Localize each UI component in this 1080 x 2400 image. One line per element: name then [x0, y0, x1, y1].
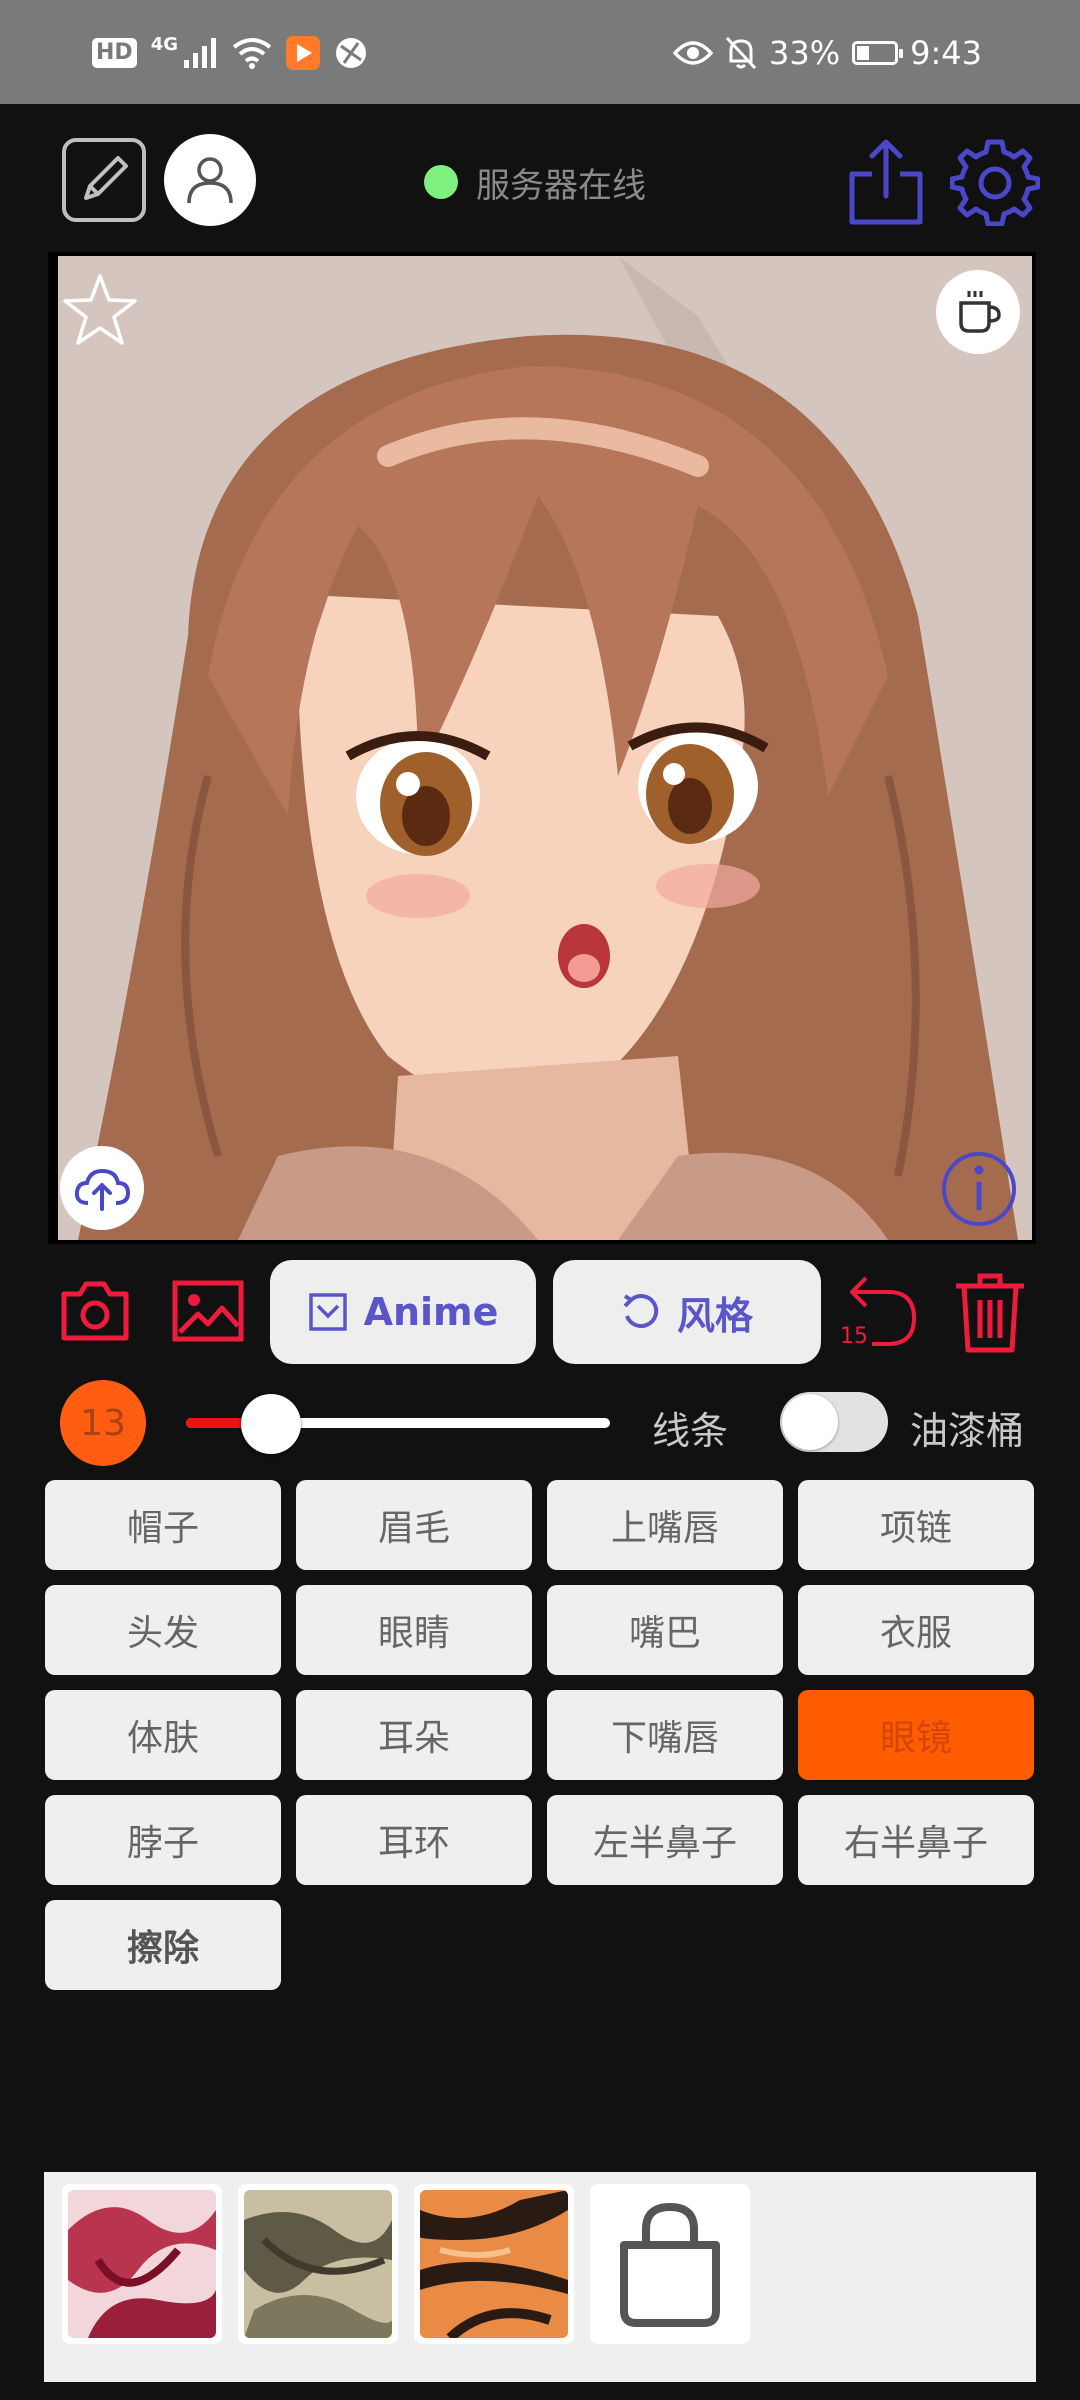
status-bar-left: HD 4G: [92, 30, 368, 76]
share-icon[interactable]: [846, 136, 926, 226]
status-bar-right: 33% 9:43: [673, 30, 982, 76]
signal-icon: [184, 38, 216, 68]
battery-icon: [852, 41, 904, 65]
style-button-label: 风格: [676, 1293, 753, 1338]
anime-button-label: Anime: [363, 1290, 499, 1334]
checkbox-icon: [308, 1293, 347, 1331]
network-type: 4G: [150, 33, 178, 55]
bell-off-icon: [725, 36, 757, 70]
wifi-icon: [232, 38, 272, 69]
part-button[interactable]: 项链: [798, 1480, 1034, 1570]
clock: 9:43: [910, 34, 982, 72]
cloud-upload-icon: [74, 1168, 130, 1211]
sketch-mode-button[interactable]: [62, 138, 146, 222]
brush-size-indicator: 13: [60, 1380, 146, 1466]
part-button[interactable]: 嘴巴: [547, 1585, 783, 1675]
part-button-selected[interactable]: 眼镜: [798, 1690, 1034, 1780]
part-button[interactable]: 耳环: [296, 1795, 532, 1885]
sketch-mode-icon: [84, 156, 128, 200]
texture-thumbnail-camo[interactable]: [238, 2184, 398, 2344]
paint-bucket-label: 油漆桶: [910, 1409, 1025, 1453]
anime-generate-button[interactable]: Anime: [270, 1260, 536, 1364]
texture-thumbnail-red[interactable]: [62, 2184, 222, 2344]
texture-camo-swatch: [244, 2190, 392, 2338]
coffee-cup-icon: [959, 291, 1001, 333]
rotate-icon: [623, 1294, 659, 1329]
part-button[interactable]: 耳朵: [296, 1690, 532, 1780]
upload-button[interactable]: [60, 1146, 144, 1230]
part-button[interactable]: 眼睛: [296, 1585, 532, 1675]
part-button[interactable]: 脖子: [45, 1795, 281, 1885]
texture-red-swatch: [68, 2190, 216, 2338]
info-icon[interactable]: [940, 1150, 1018, 1228]
brush-size-slider-handle[interactable]: [241, 1394, 301, 1454]
server-status-text: 服务器在线: [476, 165, 646, 206]
drawing-canvas[interactable]: [48, 252, 1036, 1244]
part-button[interactable]: 头发: [45, 1585, 281, 1675]
part-button[interactable]: 体肤: [45, 1690, 281, 1780]
star-icon[interactable]: [62, 272, 138, 348]
texture-store-button[interactable]: [590, 2184, 750, 2344]
coffee-button[interactable]: [936, 270, 1020, 354]
style-button[interactable]: 风格: [553, 1260, 821, 1364]
generated-anime-portrait: [58, 256, 1032, 1240]
shopping-bag-icon: [620, 2202, 720, 2327]
video-app-icon: [286, 36, 320, 70]
erase-button[interactable]: 擦除: [45, 1900, 281, 1990]
camera-icon[interactable]: [60, 1280, 130, 1342]
part-button[interactable]: 左半鼻子: [547, 1795, 783, 1885]
trash-icon[interactable]: [952, 1272, 1028, 1354]
eye-icon: [673, 41, 714, 65]
browser-app-icon: [336, 38, 366, 68]
server-status: 服务器在线: [424, 160, 646, 206]
server-status-dot: [424, 165, 458, 199]
part-button[interactable]: 眉毛: [296, 1480, 532, 1570]
part-button[interactable]: 上嘴唇: [547, 1480, 783, 1570]
gallery-icon[interactable]: [172, 1280, 244, 1342]
battery-level: [857, 46, 870, 60]
battery-percent: 33%: [769, 34, 841, 72]
user-icon: [187, 157, 233, 204]
settings-icon[interactable]: [950, 136, 1040, 226]
hd-badge: HD: [92, 38, 137, 68]
texture-thumbnail-tiger[interactable]: [414, 2184, 574, 2344]
user-profile-button[interactable]: [164, 134, 256, 226]
part-button[interactable]: 下嘴唇: [547, 1690, 783, 1780]
undo-count: 15: [840, 1324, 868, 1349]
texture-tiger-swatch: [420, 2190, 568, 2338]
part-button[interactable]: 衣服: [798, 1585, 1034, 1675]
part-button[interactable]: 右半鼻子: [798, 1795, 1034, 1885]
part-button[interactable]: 帽子: [45, 1480, 281, 1570]
lines-label: 线条: [652, 1409, 729, 1453]
paint-bucket-toggle-knob[interactable]: [782, 1394, 838, 1450]
